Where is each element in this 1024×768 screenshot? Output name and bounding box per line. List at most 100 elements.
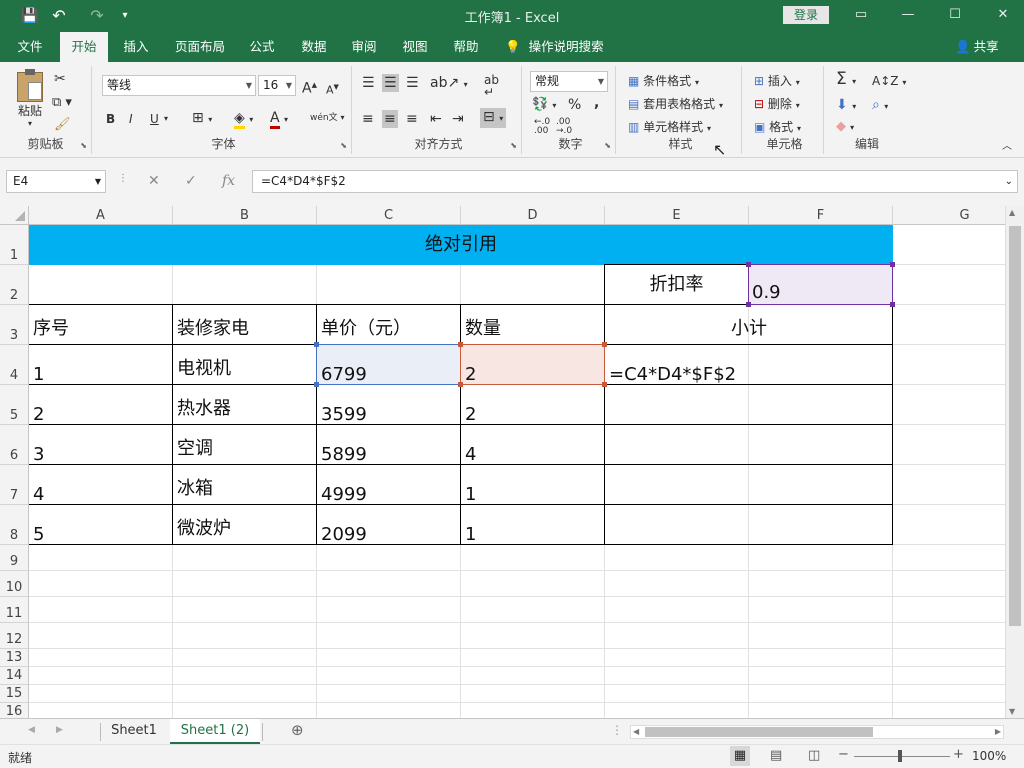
tab-data[interactable]: 数据 [292,32,336,62]
number-format-box[interactable]: 常规 ▼ [530,71,608,92]
increase-decimal-icon[interactable]: ←.0.00 [534,118,550,136]
row-header-7[interactable]: 7 [0,465,29,505]
align-left-icon[interactable]: ≡ [362,110,374,128]
row-header-3[interactable]: 3 [0,305,29,345]
data-qty-cell[interactable]: 1 [465,484,476,505]
align-middle-icon[interactable]: ☰ [382,74,399,92]
phonetic-guide-icon[interactable]: wén文 ▾ [310,109,345,127]
data-no-cell[interactable]: 3 [33,444,44,465]
data-item-cell[interactable]: 热水器 [177,394,231,420]
insert-cells-button[interactable]: ⊞ 插入 ▾ [754,72,800,92]
data-price-cell[interactable]: 3599 [321,404,367,425]
alignment-launcher-icon[interactable]: ⬊ [510,141,517,150]
range-handle[interactable] [314,382,319,387]
wrap-text-icon[interactable]: ab ↵ [484,74,499,98]
font-name-box[interactable]: 等线 ▼ [102,75,256,96]
align-right-icon[interactable]: ≡ [406,110,418,128]
row-header-16[interactable]: 16 [0,703,29,718]
zoom-slider-thumb[interactable] [898,750,902,762]
number-launcher-icon[interactable]: ⬊ [604,141,611,150]
next-sheet-icon[interactable]: ▶ [56,725,63,735]
data-qty-cell[interactable]: 2 [465,404,476,425]
font-size-box[interactable]: 16 ▼ [258,75,296,96]
row-header-12[interactable]: 12 [0,623,29,649]
column-header-e[interactable]: E [605,206,749,225]
sheet-tab-sheet1-2[interactable]: Sheet1 (2) [170,719,260,744]
range-handle[interactable] [458,342,463,347]
enter-icon[interactable]: ✓ [185,173,197,189]
tab-file[interactable]: 文件 [8,32,52,62]
range-handle[interactable] [890,302,895,307]
italic-button[interactable]: I [129,110,133,128]
maximize-icon[interactable]: ☐ [940,4,970,26]
scroll-up-icon[interactable]: ▲ [1009,208,1015,217]
range-handle[interactable] [890,262,895,267]
align-center-icon[interactable]: ≡ [382,110,398,128]
data-item-cell[interactable]: 空调 [177,434,213,460]
tab-split-handle[interactable]: ⋮ [611,723,623,737]
row-header-4[interactable]: 4 [0,345,29,385]
zoom-out-icon[interactable]: − [838,747,849,762]
sort-filter-icon[interactable]: A↕Z ▾ [872,72,906,92]
data-price-cell[interactable]: 4999 [321,484,367,505]
row-header-11[interactable]: 11 [0,597,29,623]
tell-me-search[interactable]: 💡 操作说明搜索 [505,32,604,62]
discount-label-cell[interactable]: 折扣率 [605,265,748,304]
scroll-right-icon[interactable]: ▶ [995,727,1001,736]
format-painter-icon[interactable]: 🖌 [54,116,71,134]
range-handle[interactable] [314,342,319,347]
row-header-6[interactable]: 6 [0,425,29,465]
row-header-9[interactable]: 9 [0,545,29,571]
prev-sheet-icon[interactable]: ◀ [28,725,35,735]
underline-button[interactable]: U [150,110,159,128]
zoom-in-icon[interactable]: + [953,747,964,762]
row-header-2[interactable]: 2 [0,265,29,305]
hscroll-thumb[interactable] [645,727,873,737]
font-launcher-icon[interactable]: ⬊ [340,141,347,150]
column-header-c[interactable]: C [317,206,461,225]
column-header-f[interactable]: F [749,206,893,225]
accounting-format-icon[interactable]: 💱 ▾ [532,96,556,115]
comma-style-button[interactable]: , [594,94,599,112]
data-no-cell[interactable]: 2 [33,404,44,425]
login-button[interactable]: 登录 [783,6,829,24]
tab-help[interactable]: 帮助 [444,32,488,62]
row-header-8[interactable]: 8 [0,505,29,545]
name-box[interactable]: E4 ▼ [6,170,106,193]
shrink-font-icon[interactable]: A▼ [326,78,339,100]
header-item-cell[interactable]: 装修家电 [177,314,249,340]
worksheet-grid[interactable]: A B C D E F G 1 2 3 4 5 6 7 8 9 10 11 12… [0,206,1024,718]
title-cell[interactable]: 绝对引用 [29,225,893,265]
data-price-cell[interactable]: 2099 [321,524,367,545]
range-handle[interactable] [746,302,751,307]
cancel-icon[interactable]: ✕ [148,173,160,189]
formula-input[interactable]: =C4*D4*$F$2 ⌄ [252,170,1018,193]
fill-color-icon[interactable]: ◈ ▾ [234,109,253,129]
fill-icon[interactable]: ⬇ ▾ [836,96,856,116]
column-header-d[interactable]: D [461,206,605,225]
active-cell-e4[interactable]: =C4*D4*$F$2 [609,364,736,385]
row-header-10[interactable]: 10 [0,571,29,597]
expand-formula-icon[interactable]: ⌄ [1005,171,1013,192]
header-price-cell[interactable]: 单价（元） [321,314,411,340]
cut-icon[interactable]: ✂ [54,70,66,88]
close-icon[interactable]: ✕ [988,4,1018,26]
data-price-cell[interactable]: 5899 [321,444,367,465]
bold-button[interactable]: B [106,110,115,128]
data-qty-cell[interactable]: 4 [465,444,476,465]
font-color-icon[interactable]: A ▾ [270,109,288,129]
borders-icon[interactable]: ⊞ ▾ [192,109,212,129]
header-subtotal-cell[interactable]: 小计 [605,314,893,340]
insert-function-icon[interactable]: fx [222,173,235,189]
data-item-cell[interactable]: 电视机 [177,354,231,380]
sheet-tab-sheet1[interactable]: Sheet1 [102,719,166,744]
format-as-table-button[interactable]: ▤ 套用表格格式 ▾ [628,95,723,115]
add-sheet-icon[interactable]: ⊕ [291,721,304,739]
data-no-cell[interactable]: 4 [33,484,44,505]
conditional-formatting-button[interactable]: ▦ 条件格式 ▾ [628,72,699,92]
ribbon-display-icon[interactable]: ▭ [846,4,876,26]
autosum-icon[interactable]: Σ ▾ [836,70,856,91]
tab-review[interactable]: 审阅 [342,32,386,62]
tab-formulas[interactable]: 公式 [240,32,284,62]
paste-button[interactable]: 粘贴 ▾ [14,68,46,128]
